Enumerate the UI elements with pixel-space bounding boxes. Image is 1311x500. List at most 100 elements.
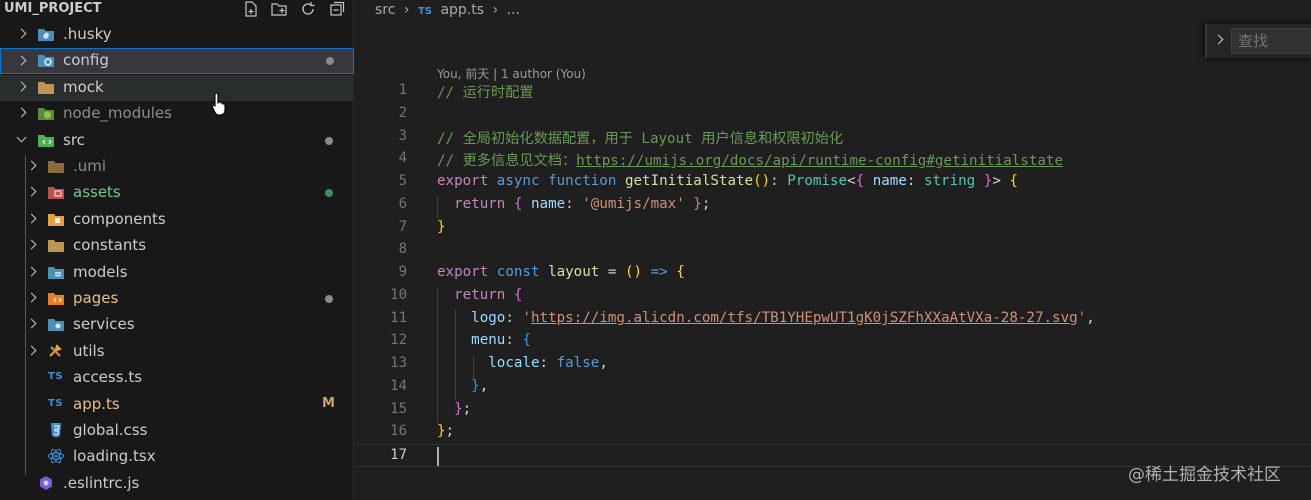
indent-guide: [455, 310, 456, 400]
tree-item-eslintrc[interactable]: .eslintrc.js: [0, 471, 354, 497]
breadcrumb-item-symbol[interactable]: ...: [507, 2, 520, 18]
tree-item-components[interactable]: components: [0, 207, 354, 233]
tree-item-label: .husky: [63, 25, 112, 43]
tree-item-global-css[interactable]: global.css: [0, 418, 354, 444]
tree-item-label: constants: [73, 236, 147, 254]
code-token: ': [522, 310, 531, 326]
line-number: 14: [390, 378, 407, 394]
code-line[interactable]: 6 return { name: '@umijs/max' };: [355, 194, 1311, 217]
tree-item-pages[interactable]: pages: [0, 286, 354, 312]
code-line[interactable]: 8: [355, 239, 1311, 262]
tree-item-label: loading.tsx: [73, 447, 156, 465]
code-line[interactable]: 3 // 全局初始化数据配置，用于 Layout 用户信息和权限初始化: [355, 126, 1311, 149]
tree-item-label: services: [73, 315, 135, 333]
tree-item-constants[interactable]: constants: [0, 233, 354, 259]
tree-item-access-ts[interactable]: TS access.ts: [0, 365, 354, 391]
new-folder-icon[interactable]: [270, 0, 290, 20]
code-line[interactable]: 13 locale: false,: [355, 353, 1311, 376]
code-editor[interactable]: src › TS app.ts › ... You, 前天 | 1 author…: [355, 0, 1311, 500]
indent-guide: [437, 196, 438, 219]
chevron-right-icon: [26, 345, 37, 356]
new-file-icon[interactable]: [242, 0, 262, 20]
line-number: 5: [398, 173, 407, 189]
tree-item-assets[interactable]: assets: [0, 180, 354, 206]
code-token: {: [855, 173, 865, 189]
code-line[interactable]: 2: [355, 103, 1311, 126]
code-line[interactable]: 4 // 更多信息见文档：https://umijs.org/docs/api/r…: [355, 148, 1311, 171]
code-line[interactable]: 1 // 运行时配置: [355, 80, 1311, 103]
code-token: const: [496, 264, 540, 280]
code-token: :: [906, 173, 924, 189]
code-text: },: [437, 378, 488, 394]
code-line[interactable]: 9 export const layout = () => {: [355, 262, 1311, 285]
code-text: // 全局初始化数据配置，用于 Layout 用户信息和权限初始化: [437, 128, 843, 148]
src-folder-icon: [37, 132, 55, 148]
line-number: 6: [398, 196, 407, 212]
code-line[interactable]: 14 },: [355, 376, 1311, 399]
tree-item-services[interactable]: services: [0, 312, 354, 338]
code-token: getInitialState: [624, 173, 754, 189]
line-number: 8: [398, 241, 407, 257]
breadcrumb-item-src[interactable]: src: [375, 2, 395, 18]
code-token: {: [1009, 173, 1018, 189]
code-token: // 全局初始化数据配置，用于 Layout 用户信息和权限初始化: [437, 131, 844, 147]
folder-icon: [47, 158, 65, 174]
tree-item-config[interactable]: config: [0, 48, 354, 74]
refresh-icon[interactable]: [299, 0, 319, 20]
code-text: return {: [437, 287, 522, 303]
folder-icon: [47, 237, 65, 253]
code-token: menu: [471, 332, 506, 348]
code-text: }: [437, 219, 446, 235]
tree-item-loading-tsx[interactable]: loading.tsx: [0, 444, 354, 470]
code-token: :: [565, 196, 583, 212]
tree-item-label: access.ts: [73, 368, 143, 386]
tree-item-husky[interactable]: .husky: [0, 22, 354, 48]
breadcrumb-item-file[interactable]: app.ts: [440, 2, 484, 18]
code-token: layout: [548, 264, 600, 280]
code-line[interactable]: 16};: [355, 421, 1311, 444]
code-text: export async function getInitialState():…: [437, 173, 1018, 189]
code-line[interactable]: 5 export async function getInitialState()…: [355, 171, 1311, 194]
chevron-right-icon: [16, 28, 27, 39]
code-line[interactable]: 12 menu: {: [355, 330, 1311, 353]
chevron-right-icon: [26, 213, 37, 224]
tree-item-models[interactable]: models: [0, 260, 354, 286]
code-line[interactable]: 10 return {: [355, 285, 1311, 308]
tree-item-app-ts[interactable]: TS app.ts M: [0, 392, 354, 418]
find-input[interactable]: [1231, 28, 1311, 54]
code-line[interactable]: 7}: [355, 217, 1311, 240]
tree-item-node-modules[interactable]: node_modules: [0, 101, 354, 127]
code-line[interactable]: 11 logo: 'https://img.alicdn.com/tfs/TB1…: [355, 308, 1311, 331]
collapse-all-icon[interactable]: [328, 0, 348, 20]
code-text: logo: 'https://img.alicdn.com/tfs/TB1YHE…: [437, 310, 1095, 326]
code-token: https://umijs.org/docs/api/runtime-confi…: [576, 153, 1064, 169]
tree-item-src[interactable]: src: [0, 128, 354, 154]
utils-folder-icon: [47, 343, 65, 359]
code-line[interactable]: 15 };: [355, 399, 1311, 422]
tree-item-umi[interactable]: .umi: [0, 154, 354, 180]
code-token: ,: [1086, 310, 1095, 326]
code-token: false: [556, 355, 600, 371]
toggle-replace-icon[interactable]: [1213, 34, 1224, 45]
text-cursor: [437, 447, 439, 466]
code-token: >: [992, 173, 1010, 189]
chevron-right-icon: [26, 160, 37, 171]
explorer-title[interactable]: UMI_PROJECT: [4, 1, 102, 16]
code-text: return { name: '@umijs/max' };: [437, 196, 710, 212]
line-number: 2: [398, 105, 407, 121]
tree-item-utils[interactable]: utils: [0, 339, 354, 365]
line-number: 3: [398, 128, 407, 144]
code-token: ;: [445, 423, 455, 439]
tree-item-mock[interactable]: mock: [0, 75, 354, 101]
code-token: // 运行时配置: [437, 85, 534, 101]
